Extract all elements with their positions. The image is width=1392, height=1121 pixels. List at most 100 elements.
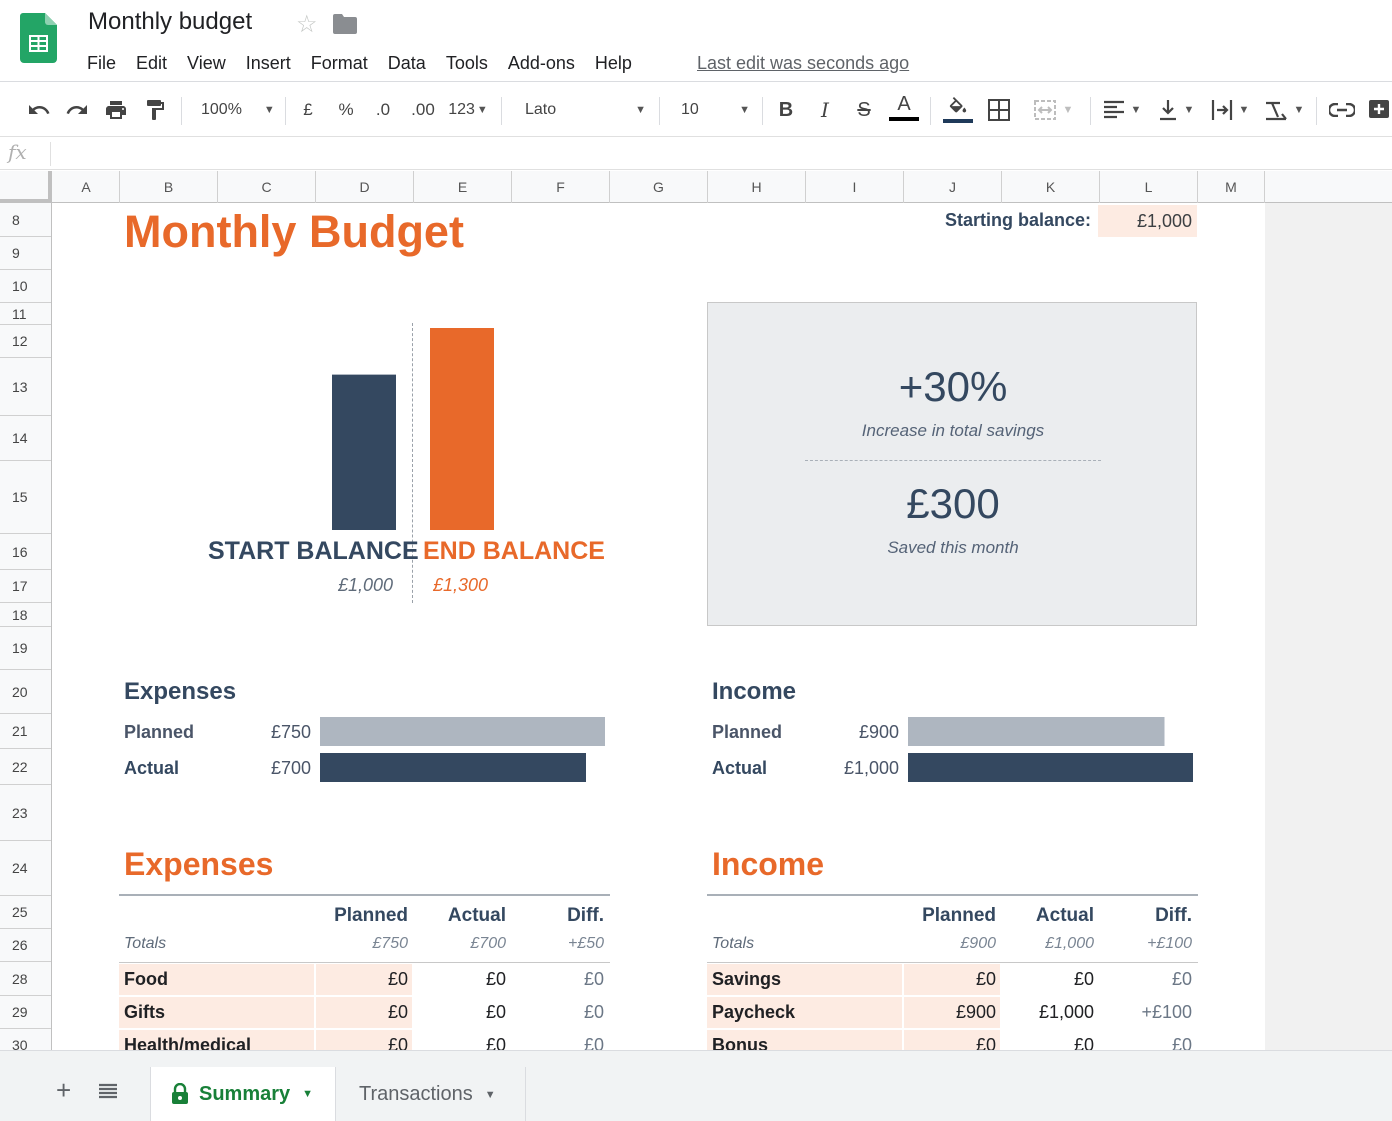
table-row-name[interactable]: Food	[124, 964, 168, 995]
formula-bar[interactable]: fx	[0, 138, 1392, 170]
row-header[interactable]: 24	[0, 841, 51, 896]
table-row-name[interactable]: Paycheck	[712, 997, 795, 1028]
menu-insert[interactable]: Insert	[246, 50, 291, 76]
table-cell-diff[interactable]: £0	[513, 1030, 604, 1050]
table-cell-actual[interactable]: £0	[413, 1030, 506, 1050]
column-header[interactable]: I	[806, 171, 904, 203]
row-header[interactable]: 15	[0, 461, 51, 534]
row-header[interactable]: 21	[0, 714, 51, 749]
document-title[interactable]: Monthly budget	[88, 8, 252, 36]
row-header[interactable]: 8	[0, 203, 51, 237]
fill-color-button[interactable]	[942, 83, 974, 137]
table-cell-diff[interactable]: £0	[1101, 1030, 1192, 1050]
row-header[interactable]: 9	[0, 237, 51, 270]
row-header[interactable]: 16	[0, 534, 51, 570]
row-header[interactable]: 11	[0, 303, 51, 325]
row-header[interactable]: 18	[0, 603, 51, 627]
column-header[interactable]: H	[708, 171, 806, 203]
menu-tools[interactable]: Tools	[446, 50, 488, 76]
menu-help[interactable]: Help	[595, 50, 632, 76]
chevron-down-icon[interactable]: ▼	[485, 1089, 496, 1101]
row-header[interactable]: 19	[0, 627, 51, 670]
menu-addons[interactable]: Add-ons	[508, 50, 575, 76]
row-header[interactable]: 29	[0, 996, 51, 1029]
sheet-grid[interactable]: Monthly Budget Starting balance: £1,000 …	[53, 203, 1265, 1050]
column-header[interactable]: E	[414, 171, 512, 203]
row-header[interactable]: 14	[0, 416, 51, 461]
table-cell-actual[interactable]: £0	[413, 964, 506, 995]
table-row-name[interactable]: Savings	[712, 964, 781, 995]
italic-button[interactable]: I	[812, 83, 838, 137]
font-select[interactable]: Lato ▼	[516, 83, 648, 137]
redo-button[interactable]	[62, 83, 92, 137]
add-sheet-icon[interactable]: +	[56, 1077, 71, 1103]
bold-button[interactable]: B	[773, 83, 799, 137]
row-header[interactable]: 20	[0, 670, 51, 714]
table-cell-actual[interactable]: £1,000	[1001, 997, 1094, 1028]
menu-file[interactable]: File	[87, 50, 116, 76]
row-header[interactable]: 23	[0, 785, 51, 841]
star-icon[interactable]: ☆	[296, 10, 318, 39]
table-cell-planned[interactable]: £0	[316, 1030, 408, 1050]
row-header[interactable]: 13	[0, 358, 51, 416]
starting-balance-cell[interactable]: £1,000	[1098, 205, 1197, 237]
table-cell-planned[interactable]: £900	[904, 997, 996, 1028]
text-rotation-button[interactable]: ▼	[1262, 83, 1306, 137]
column-header[interactable]: J	[904, 171, 1002, 203]
table-cell-actual[interactable]: £0	[1001, 1030, 1094, 1050]
text-wrap-button[interactable]: ▼	[1207, 83, 1253, 137]
row-header[interactable]: 12	[0, 325, 51, 358]
table-cell-actual[interactable]: £0	[1001, 964, 1094, 995]
strikethrough-button[interactable]: S	[851, 83, 877, 137]
row-header[interactable]: 25	[0, 896, 51, 929]
table-cell-planned[interactable]: £0	[316, 964, 408, 995]
column-header[interactable]: G	[610, 171, 708, 203]
row-header[interactable]: 22	[0, 749, 51, 785]
menu-edit[interactable]: Edit	[136, 50, 167, 76]
column-header[interactable]: L	[1100, 171, 1198, 203]
table-row-name[interactable]: Bonus	[712, 1030, 768, 1050]
column-header[interactable]: F	[512, 171, 610, 203]
folder-icon[interactable]	[333, 14, 357, 34]
insert-link-button[interactable]	[1326, 83, 1358, 137]
table-row-name[interactable]: Health/medical	[124, 1030, 251, 1050]
print-button[interactable]	[101, 83, 131, 137]
borders-button[interactable]	[985, 83, 1013, 137]
table-cell-planned[interactable]: £0	[904, 1030, 996, 1050]
percent-format-button[interactable]: %	[334, 83, 358, 137]
horizontal-align-button[interactable]: ▼	[1100, 83, 1144, 137]
table-cell-actual[interactable]: £0	[413, 997, 506, 1028]
column-header[interactable]: K	[1002, 171, 1100, 203]
table-cell-diff[interactable]: £0	[1101, 964, 1192, 995]
table-cell-diff[interactable]: +£100	[1101, 997, 1192, 1028]
paint-format-button[interactable]	[140, 83, 170, 137]
chevron-down-icon[interactable]: ▼	[302, 1088, 313, 1100]
all-sheets-icon[interactable]	[98, 1083, 118, 1099]
column-header[interactable]: A	[53, 171, 120, 203]
more-formats-button[interactable]: 123 ▼	[446, 83, 490, 137]
tab-summary[interactable]: Summary ▼	[150, 1067, 336, 1121]
column-header[interactable]: D	[316, 171, 414, 203]
menu-format[interactable]: Format	[311, 50, 368, 76]
decrease-decimal-button[interactable]: .0	[368, 83, 398, 137]
vertical-align-button[interactable]: ▼	[1154, 83, 1198, 137]
sheets-logo-icon[interactable]	[20, 13, 57, 63]
tab-transactions[interactable]: Transactions ▼	[338, 1067, 526, 1121]
table-cell-diff[interactable]: £0	[513, 964, 604, 995]
last-edit-link[interactable]: Last edit was seconds ago	[697, 50, 909, 76]
zoom-select[interactable]: 100% ▼	[196, 83, 276, 137]
table-row-name[interactable]: Gifts	[124, 997, 165, 1028]
table-cell-diff[interactable]: £0	[513, 997, 604, 1028]
font-size-select[interactable]: 10 ▼	[672, 83, 752, 137]
insert-comment-button[interactable]	[1368, 83, 1392, 137]
column-header[interactable]: B	[120, 171, 218, 203]
row-header[interactable]: 30	[0, 1029, 51, 1050]
column-header[interactable]: M	[1198, 171, 1265, 203]
table-cell-planned[interactable]: £0	[316, 997, 408, 1028]
table-cell-planned[interactable]: £0	[904, 964, 996, 995]
row-header[interactable]: 26	[0, 929, 51, 962]
menu-view[interactable]: View	[187, 50, 226, 76]
increase-decimal-button[interactable]: .00	[406, 83, 440, 137]
row-header[interactable]: 17	[0, 570, 51, 603]
menu-data[interactable]: Data	[388, 50, 426, 76]
